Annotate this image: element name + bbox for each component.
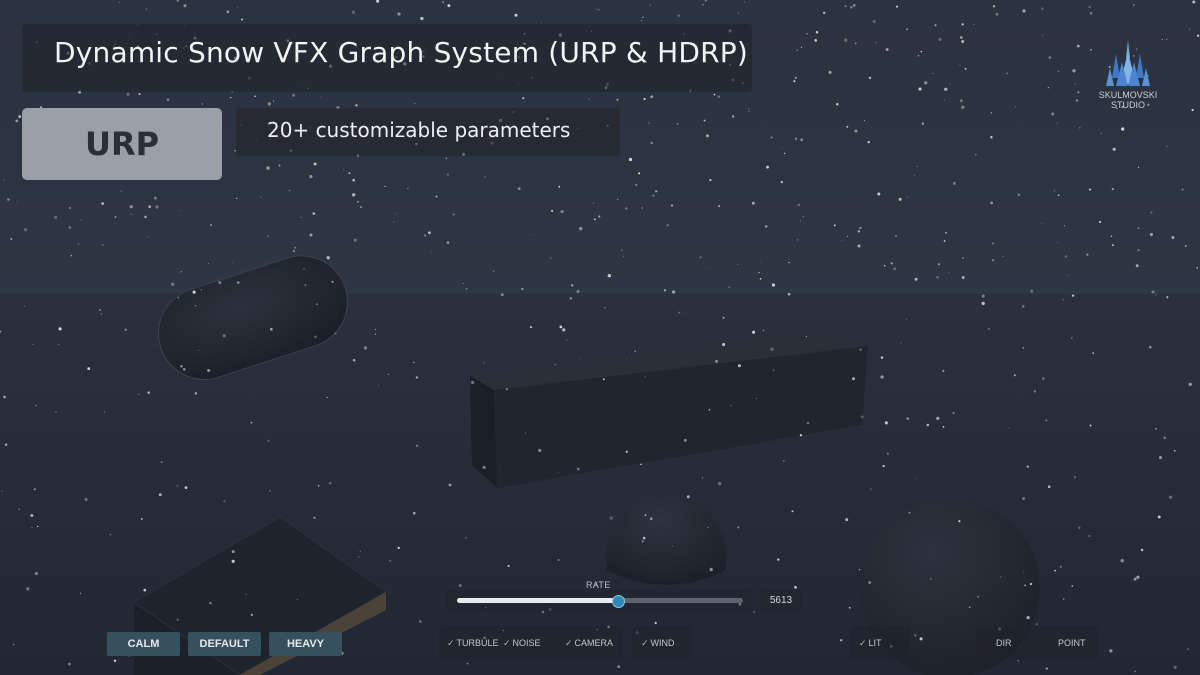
wind-toggle-label: WIND (650, 638, 675, 648)
check-icon: ✓ (503, 638, 511, 648)
logo-line-1: SKULMOVSKI (1098, 90, 1158, 100)
rate-label: RATE (586, 580, 611, 590)
turbulence-toggle[interactable]: ✓ TURBULE (447, 638, 499, 649)
lit-toggle-label: LIT (868, 638, 882, 648)
check-icon: ✓ (859, 638, 867, 648)
dome-object (606, 492, 726, 585)
rate-slider[interactable] (457, 595, 743, 608)
dir-light-button[interactable]: DIR (996, 638, 1012, 648)
rate-slider-fill (457, 598, 618, 603)
preset-calm-button[interactable]: CALM (107, 632, 180, 656)
capsule-object (157, 255, 348, 380)
rate-value: 5613 (769, 595, 793, 606)
point-light-button[interactable]: POINT (1058, 638, 1086, 648)
lit-toggle[interactable]: ✓ LIT (859, 638, 882, 649)
wind-toggle[interactable]: ✓ WIND (641, 638, 675, 649)
page-title: Dynamic Snow VFX Graph System (URP & HDR… (54, 36, 748, 69)
camera-toggle[interactable]: ✓ CAMERA (565, 638, 613, 649)
long-box-object (470, 328, 868, 488)
logo-line-2: STUDIO (1110, 100, 1145, 110)
studio-logo-text: SKULMOVSKI STUDIO (1088, 90, 1168, 110)
subtitle: 20+ customizable parameters (267, 118, 571, 142)
scene-objects (133, 255, 1040, 675)
noise-toggle-label: NOISE (512, 638, 541, 648)
check-icon: ✓ (447, 638, 455, 648)
camera-toggle-label: CAMERA (574, 638, 614, 648)
check-icon: ✓ (565, 638, 573, 648)
pipeline-badge-label: URP (84, 125, 160, 163)
preset-default-button[interactable]: DEFAULT (188, 632, 261, 656)
noise-toggle[interactable]: ✓ NOISE (503, 638, 541, 649)
pipeline-badge: URP (22, 108, 222, 180)
turbulence-toggle-label: TURBULE (456, 638, 499, 648)
check-icon: ✓ (641, 638, 649, 648)
snow-scene-viewport (0, 0, 1200, 675)
preset-heavy-button[interactable]: HEAVY (269, 632, 342, 656)
